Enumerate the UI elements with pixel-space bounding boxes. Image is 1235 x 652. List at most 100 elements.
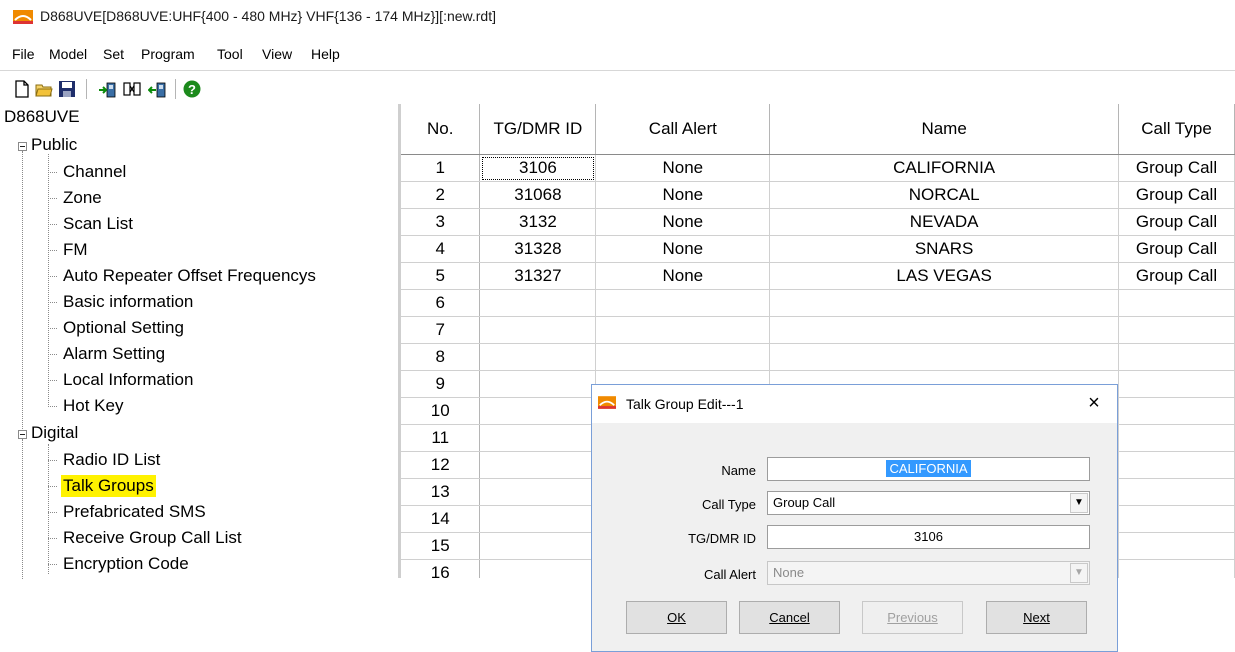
cell-tg-dmr-id[interactable]: 31327 — [479, 262, 597, 290]
cell-no[interactable]: 8 — [401, 343, 481, 371]
table-row[interactable]: 7 — [401, 316, 1235, 344]
write-to-radio-icon[interactable] — [148, 80, 166, 98]
cell-no[interactable]: 3 — [401, 208, 481, 236]
table-row[interactable]: 5 31327 None LAS VEGAS Group Call — [401, 262, 1235, 290]
cell-tg-dmr-id[interactable] — [479, 289, 597, 317]
column-header-call-type[interactable]: Call Type — [1118, 104, 1235, 155]
menu-tool[interactable]: Tool — [217, 46, 243, 62]
next-button[interactable]: Next — [986, 601, 1087, 634]
cell-name[interactable]: LAS VEGAS — [769, 262, 1119, 290]
tree-item-receive-group-call-list[interactable]: Receive Group Call List — [63, 527, 242, 549]
tree-item-fm[interactable]: FM — [63, 239, 88, 261]
cell-no[interactable]: 16 — [401, 559, 481, 578]
collapse-digital-icon[interactable] — [18, 430, 27, 439]
cell-no[interactable]: 5 — [401, 262, 481, 290]
cell-call-type[interactable]: Group Call — [1118, 235, 1235, 263]
call-type-select[interactable]: Group Call ▼ — [767, 491, 1090, 515]
cell-no[interactable]: 10 — [401, 397, 481, 425]
cell-name[interactable] — [769, 289, 1119, 317]
column-header-name[interactable]: Name — [769, 104, 1119, 155]
new-file-icon[interactable] — [13, 80, 31, 98]
tree-item-scan-list[interactable]: Scan List — [63, 213, 133, 235]
cell-no[interactable]: 6 — [401, 289, 481, 317]
cell-call-alert[interactable]: None — [595, 262, 771, 290]
cell-tg-dmr-id[interactable] — [479, 559, 597, 578]
table-row[interactable]: 3 3132 None NEVADA Group Call — [401, 208, 1235, 236]
cell-tg-dmr-id[interactable]: 3132 — [479, 208, 597, 236]
cell-tg-dmr-id[interactable] — [479, 451, 597, 479]
cell-tg-dmr-id[interactable] — [479, 316, 597, 344]
cell-no[interactable]: 9 — [401, 370, 481, 398]
cell-call-type[interactable]: Group Call — [1118, 154, 1235, 182]
cell-name[interactable] — [769, 343, 1119, 371]
menu-file[interactable]: File — [12, 46, 35, 62]
open-folder-icon[interactable] — [35, 80, 53, 98]
cell-call-type[interactable] — [1118, 370, 1235, 398]
cell-tg-dmr-id[interactable] — [479, 397, 597, 425]
cell-call-type[interactable]: Group Call — [1118, 208, 1235, 236]
table-row[interactable]: 1 3106 None CALIFORNIA Group Call — [401, 154, 1235, 182]
cell-tg-dmr-id[interactable] — [479, 370, 597, 398]
cell-tg-dmr-id[interactable] — [479, 343, 597, 371]
cancel-button[interactable]: Cancel — [739, 601, 840, 634]
tree-item-optional-setting[interactable]: Optional Setting — [63, 317, 184, 339]
channel-tool-icon[interactable] — [123, 80, 141, 98]
cell-call-type[interactable] — [1118, 316, 1235, 344]
collapse-public-icon[interactable] — [18, 142, 27, 151]
tree-root[interactable]: D868UVE — [4, 106, 80, 128]
tree-item-hot-key[interactable]: Hot Key — [63, 395, 123, 417]
tree-item-basic-information[interactable]: Basic information — [63, 291, 193, 313]
tree-item-zone[interactable]: Zone — [63, 187, 102, 209]
tree-item-encryption-code[interactable]: Encryption Code — [63, 553, 189, 575]
cell-no[interactable]: 14 — [401, 505, 481, 533]
cell-call-type[interactable] — [1118, 289, 1235, 317]
cell-call-alert[interactable] — [595, 289, 771, 317]
help-icon[interactable]: ? — [183, 80, 201, 98]
table-row[interactable]: 8 — [401, 343, 1235, 371]
cell-call-type[interactable] — [1118, 505, 1235, 533]
tree-item-auto-repeater-offset[interactable]: Auto Repeater Offset Frequencys — [63, 265, 316, 287]
cell-call-type[interactable] — [1118, 559, 1235, 578]
cell-name[interactable]: NORCAL — [769, 181, 1119, 209]
cell-tg-dmr-id[interactable]: 31328 — [479, 235, 597, 263]
cell-call-type[interactable]: Group Call — [1118, 262, 1235, 290]
cell-no[interactable]: 13 — [401, 478, 481, 506]
tree-item-radio-id-list[interactable]: Radio ID List — [63, 449, 160, 471]
name-field[interactable]: CALIFORNIA — [767, 457, 1090, 481]
cell-no[interactable]: 15 — [401, 532, 481, 560]
menu-view[interactable]: View — [262, 46, 292, 62]
menu-model[interactable]: Model — [49, 46, 87, 62]
tree-item-alarm-setting[interactable]: Alarm Setting — [63, 343, 165, 365]
cell-no[interactable]: 1 — [401, 154, 481, 182]
cell-no[interactable]: 11 — [401, 424, 481, 452]
cell-call-alert[interactable]: None — [595, 235, 771, 263]
ok-button[interactable]: OK — [626, 601, 727, 634]
cell-call-type[interactable] — [1118, 478, 1235, 506]
column-header-tg-dmr-id[interactable]: TG/DMR ID — [479, 104, 597, 155]
cell-call-alert[interactable] — [595, 316, 771, 344]
menu-help[interactable]: Help — [311, 46, 340, 62]
close-icon[interactable]: × — [1081, 391, 1107, 415]
cell-no[interactable]: 7 — [401, 316, 481, 344]
chevron-down-icon[interactable]: ▼ — [1070, 493, 1088, 513]
menu-set[interactable]: Set — [103, 46, 124, 62]
cell-tg-dmr-id[interactable] — [479, 478, 597, 506]
cell-call-alert[interactable] — [595, 343, 771, 371]
cell-tg-dmr-id[interactable]: 3106 — [479, 154, 597, 182]
cell-tg-dmr-id[interactable] — [479, 532, 597, 560]
tree-item-local-information[interactable]: Local Information — [63, 369, 193, 391]
cell-name[interactable]: SNARS — [769, 235, 1119, 263]
table-row[interactable]: 2 31068 None NORCAL Group Call — [401, 181, 1235, 209]
column-header-call-alert[interactable]: Call Alert — [595, 104, 771, 155]
cell-tg-dmr-id[interactable] — [479, 424, 597, 452]
cell-call-alert[interactable]: None — [595, 154, 771, 182]
cell-call-type[interactable] — [1118, 424, 1235, 452]
cell-tg-dmr-id[interactable]: 31068 — [479, 181, 597, 209]
read-from-radio-icon[interactable] — [98, 80, 116, 98]
cell-name[interactable]: CALIFORNIA — [769, 154, 1119, 182]
tree-group-public[interactable]: Public — [31, 134, 77, 156]
save-disk-icon[interactable] — [58, 80, 76, 98]
cell-no[interactable]: 4 — [401, 235, 481, 263]
cell-name[interactable] — [769, 316, 1119, 344]
tree-group-digital[interactable]: Digital — [31, 422, 78, 444]
